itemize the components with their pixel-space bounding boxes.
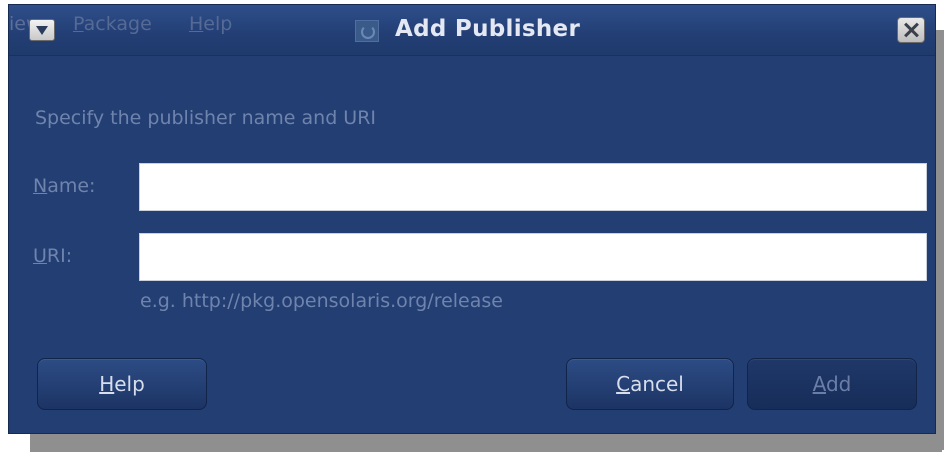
- screen: iew Package Help Add Publisher Specify t…: [0, 0, 948, 453]
- background-menu-package: Package: [73, 13, 152, 35]
- add-button[interactable]: Add: [747, 358, 917, 410]
- add-publisher-dialog: iew Package Help Add Publisher Specify t…: [8, 4, 936, 434]
- help-button[interactable]: Help: [37, 358, 207, 410]
- name-label: Name:: [33, 175, 96, 197]
- uri-input[interactable]: [139, 233, 927, 281]
- dialog-shadow-right: [936, 30, 944, 450]
- name-input[interactable]: [139, 163, 927, 211]
- instructions-text: Specify the publisher name and URI: [35, 107, 377, 129]
- dialog-title: Add Publisher: [395, 16, 581, 42]
- background-menu-help: Help: [189, 13, 233, 35]
- title-bar[interactable]: iew Package Help Add Publisher: [9, 5, 935, 56]
- cancel-button[interactable]: Cancel: [566, 358, 734, 410]
- package-manager-icon: [355, 20, 379, 42]
- window-menu-icon[interactable]: [29, 19, 55, 41]
- dialog-shadow-bottom: [30, 434, 942, 452]
- uri-label: URI:: [33, 245, 73, 267]
- uri-hint: e.g. http://pkg.opensolaris.org/release: [140, 290, 503, 312]
- close-icon[interactable]: [897, 17, 925, 43]
